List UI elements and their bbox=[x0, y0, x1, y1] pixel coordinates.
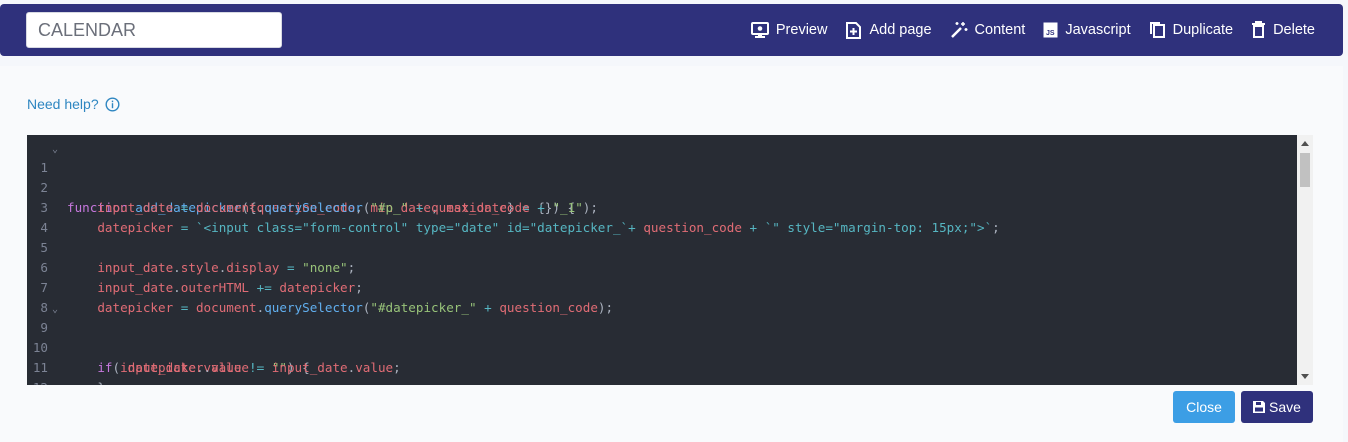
code-line: 12 bbox=[27, 358, 1297, 385]
code-line: 8 bbox=[27, 278, 1297, 315]
fold-toggle-icon[interactable]: ⌄ bbox=[52, 300, 58, 320]
info-icon bbox=[105, 96, 120, 112]
code-line: 5 input_date.style.display = "none"; bbox=[27, 218, 1297, 275]
trash-icon bbox=[1252, 21, 1266, 38]
save-button[interactable]: Save bbox=[1241, 391, 1313, 423]
javascript-file-icon: JS bbox=[1043, 22, 1058, 38]
delete-label: Delete bbox=[1273, 22, 1315, 38]
javascript-button[interactable]: JS Javascript bbox=[1043, 22, 1131, 38]
code-line: 2 input_date = document.querySelector("#… bbox=[27, 158, 1297, 215]
add-page-button[interactable]: Add page bbox=[845, 21, 932, 39]
preview-monitor-icon bbox=[750, 21, 769, 38]
fold-toggle-icon[interactable]: ⌄ bbox=[52, 140, 58, 160]
close-label: Close bbox=[1186, 399, 1222, 415]
preview-button[interactable]: Preview bbox=[750, 21, 828, 39]
code-line: 11 } bbox=[27, 338, 1297, 385]
editor-scrollbar[interactable] bbox=[1297, 135, 1313, 385]
floppy-disk-icon bbox=[1253, 401, 1266, 413]
code-line: 9 ⌄ if(input_date.value != "") { bbox=[27, 298, 1297, 375]
code-editor[interactable]: 1 ⌄ function add_datepicker({question_co… bbox=[27, 135, 1313, 385]
toolbar-actions: Preview Add page Content JS Javascript D… bbox=[733, 4, 1315, 56]
scroll-up-arrow-icon[interactable] bbox=[1301, 141, 1309, 146]
code-line: 4 bbox=[27, 198, 1297, 235]
content-button[interactable]: Content bbox=[950, 21, 1026, 39]
duplicate-label: Duplicate bbox=[1172, 22, 1234, 38]
scrollbar-thumb[interactable] bbox=[1300, 153, 1310, 187]
code-line: 1 ⌄ function add_datepicker({question_co… bbox=[27, 138, 1297, 215]
need-help-label: Need help? bbox=[27, 96, 99, 112]
page-title-input[interactable] bbox=[26, 12, 282, 48]
code-text: } bbox=[67, 378, 105, 385]
need-help-link[interactable]: Need help? bbox=[27, 96, 120, 112]
javascript-label: Javascript bbox=[1065, 22, 1131, 38]
preview-label: Preview bbox=[775, 22, 828, 38]
top-toolbar: Preview Add page Content JS Javascript D… bbox=[0, 4, 1343, 56]
delete-button[interactable]: Delete bbox=[1251, 21, 1315, 39]
duplicate-icon bbox=[1149, 22, 1165, 38]
code-line: 3 datepicker = `<input class="form-contr… bbox=[27, 178, 1297, 235]
save-label: Save bbox=[1269, 399, 1301, 415]
code-line: 6 input_date.outerHTML += datepicker; bbox=[27, 238, 1297, 295]
duplicate-button[interactable]: Duplicate bbox=[1149, 21, 1233, 39]
add-page-icon bbox=[846, 21, 862, 39]
line-number: 12 bbox=[27, 378, 48, 385]
add-page-label: Add page bbox=[869, 22, 932, 38]
code-line: 10 datepicker.value = input_date.value; bbox=[27, 318, 1297, 375]
svg-text:JS: JS bbox=[1046, 30, 1055, 37]
magic-wand-icon bbox=[950, 22, 968, 38]
code-line: 7 datepicker = document.querySelector("#… bbox=[27, 258, 1297, 315]
close-button[interactable]: Close bbox=[1173, 391, 1235, 423]
content-label: Content bbox=[974, 22, 1026, 38]
scroll-down-arrow-icon[interactable] bbox=[1301, 374, 1309, 379]
